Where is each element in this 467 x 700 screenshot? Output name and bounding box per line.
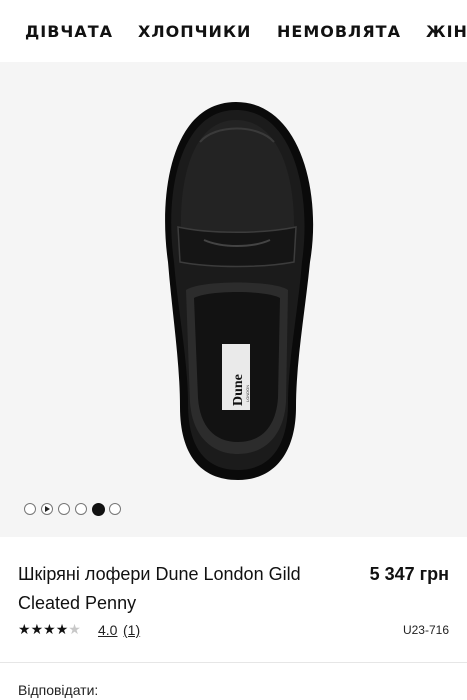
section-divider — [0, 662, 467, 663]
carousel-dot-video-play-icon[interactable] — [41, 503, 53, 515]
reply-label: Відповідати: — [18, 682, 99, 698]
rating-stars: ★★★★★ — [18, 621, 81, 638]
play-icon — [45, 506, 50, 512]
category-nav: ДІВЧАТА ХЛОПЧИКИ НЕМОВЛЯТА ЖІНКИ — [0, 0, 467, 62]
rating-value-link[interactable]: 4.0 — [98, 622, 117, 638]
nav-item-babies[interactable]: НЕМОВЛЯТА — [277, 22, 401, 41]
product-image-gallery[interactable]: Dune LONDON — [0, 62, 467, 537]
svg-text:LONDON: LONDON — [245, 385, 250, 402]
carousel-dot[interactable] — [58, 503, 70, 515]
product-price: 5 347 грн — [369, 564, 449, 584]
carousel-dot[interactable] — [109, 503, 121, 515]
product-model-line2: Cleated Penny — [18, 593, 137, 613]
nav-item-girls[interactable]: ДІВЧАТА — [25, 22, 113, 41]
nav-item-women[interactable]: ЖІНКИ — [426, 22, 467, 41]
star-filled-icon: ★ — [55, 621, 69, 637]
insole-brand-label: Dune — [231, 374, 246, 406]
product-sku: U23-716 — [402, 623, 449, 637]
rating-row: ★★★★★ 4.0 (1) U23-716 — [18, 621, 449, 641]
carousel-dot[interactable] — [75, 503, 87, 515]
product-brand-model: Dune London Gild — [155, 564, 301, 584]
loafer-product-image: Dune LONDON — [165, 102, 314, 480]
nav-item-boys[interactable]: ХЛОПЧИКИ — [138, 22, 251, 41]
star-empty-icon: ★ — [68, 621, 81, 637]
product-type: Шкіряні лофери — [18, 564, 151, 584]
star-filled-icon: ★ — [18, 621, 31, 637]
star-filled-icon: ★ — [30, 621, 44, 637]
review-count-link[interactable]: (1) — [123, 622, 140, 638]
product-title: Шкіряні лофери Dune London Gild Cleated … — [18, 560, 348, 618]
carousel-dot-active[interactable] — [92, 502, 105, 516]
star-filled-icon: ★ — [43, 621, 56, 637]
carousel-dot[interactable] — [24, 503, 36, 515]
